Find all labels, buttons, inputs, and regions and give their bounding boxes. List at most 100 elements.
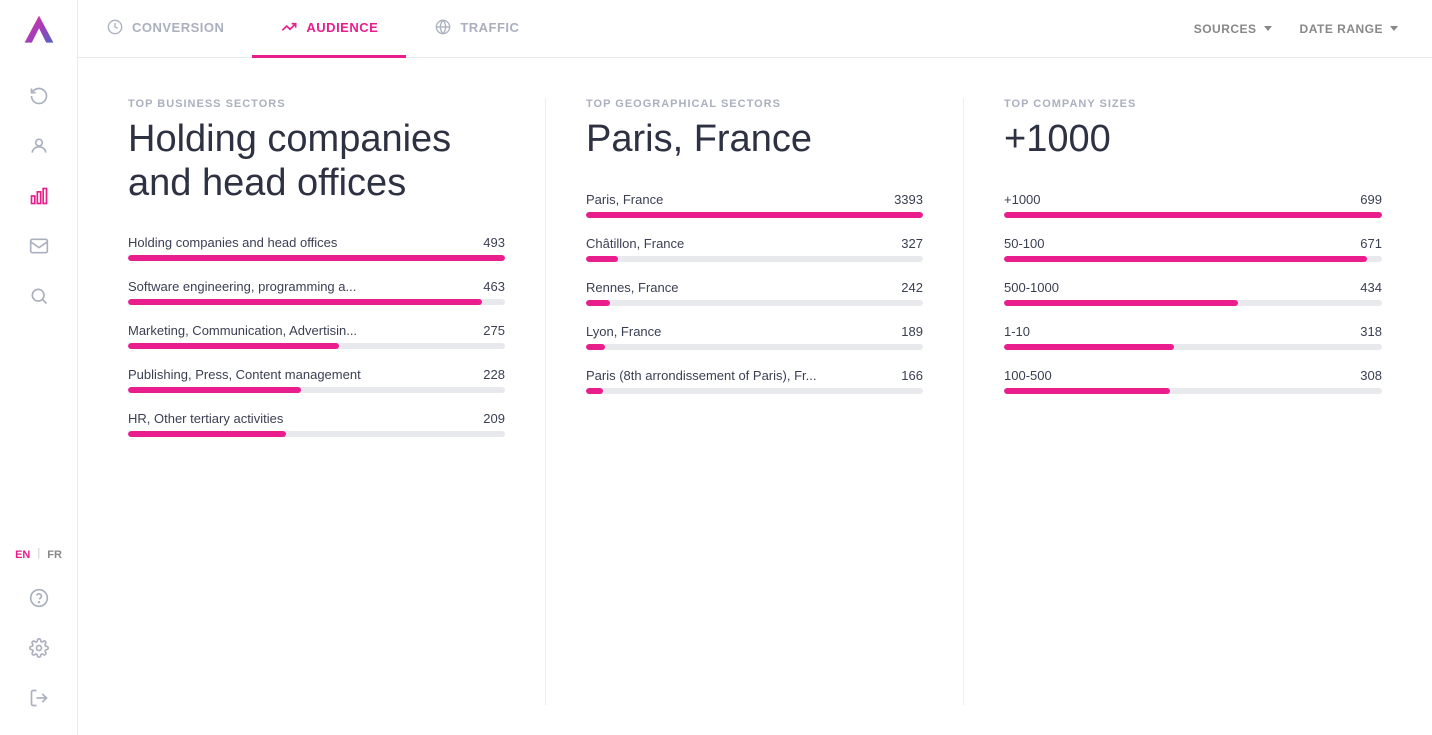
bar-value: 242 [901, 280, 923, 295]
list-item: +1000 699 [1004, 192, 1382, 218]
bar-value: 166 [901, 368, 923, 383]
bar-track [128, 431, 505, 437]
bar-fill [128, 431, 286, 437]
list-item: Lyon, France 189 [586, 324, 923, 350]
bar-track [586, 344, 923, 350]
list-item: Châtillon, France 327 [586, 236, 923, 262]
nav-actions: SOURCES DATE RANGE [1180, 16, 1432, 42]
list-item: Software engineering, programming a... 4… [128, 279, 505, 305]
logo [21, 12, 57, 53]
settings-icon[interactable] [20, 629, 58, 667]
tab-conversion-label: CONVERSION [132, 20, 224, 35]
bar-label: Paris, France [586, 192, 663, 207]
tab-traffic[interactable]: TRAFFIC [406, 0, 547, 58]
tab-conversion[interactable]: CONVERSION [78, 0, 252, 58]
bar-label: Publishing, Press, Content management [128, 367, 361, 382]
bar-track [586, 212, 923, 218]
bar-value: 493 [483, 235, 505, 250]
chart-icon[interactable] [20, 177, 58, 215]
bar-value: 228 [483, 367, 505, 382]
geo-sectors-hero: Paris, France [586, 118, 923, 162]
tab-audience-label: AUDIENCE [306, 20, 378, 35]
list-item: Publishing, Press, Content management 22… [128, 367, 505, 393]
sources-chevron-icon [1264, 26, 1272, 31]
bar-fill [586, 344, 605, 350]
tab-audience[interactable]: AUDIENCE [252, 0, 406, 58]
logout-icon[interactable] [20, 679, 58, 717]
list-item: HR, Other tertiary activities 209 [128, 411, 505, 437]
bar-fill [586, 256, 618, 262]
bar-value: 699 [1360, 192, 1382, 207]
business-sectors-hero: Holding companies and head offices [128, 118, 505, 205]
globe-icon [434, 18, 452, 36]
help-icon[interactable] [20, 579, 58, 617]
bar-track [128, 299, 505, 305]
bar-fill [586, 212, 923, 218]
list-item: Paris, France 3393 [586, 192, 923, 218]
bar-label: Paris (8th arrondissement of Paris), Fr.… [586, 368, 816, 383]
list-item: 50-100 671 [1004, 236, 1382, 262]
list-item: 1-10 318 [1004, 324, 1382, 350]
bar-label: 500-1000 [1004, 280, 1059, 295]
list-item: Paris (8th arrondissement of Paris), Fr.… [586, 368, 923, 394]
bar-value: 463 [483, 279, 505, 294]
bar-track [586, 300, 923, 306]
company-sizes-section: TOP COMPANY SIZES +1000 +1000 699 50-100… [964, 98, 1382, 705]
main-content: CONVERSION AUDIENCE TRAFFIC SOURCES [78, 0, 1432, 735]
bar-track [1004, 388, 1382, 394]
bar-track [128, 343, 505, 349]
bar-track [1004, 256, 1382, 262]
list-item: 100-500 308 [1004, 368, 1382, 394]
bar-value: 434 [1360, 280, 1382, 295]
bar-fill [1004, 300, 1238, 306]
language-switcher: EN | FR [12, 547, 65, 563]
company-sizes-label: TOP COMPANY SIZES [1004, 98, 1382, 110]
bar-label: Marketing, Communication, Advertisin... [128, 323, 357, 338]
bar-value: 308 [1360, 368, 1382, 383]
bar-track [1004, 344, 1382, 350]
bar-fill [128, 343, 339, 349]
bar-fill [586, 300, 610, 306]
lang-fr[interactable]: FR [44, 547, 65, 563]
refresh-icon[interactable] [20, 77, 58, 115]
bar-fill [1004, 344, 1174, 350]
bar-fill [1004, 388, 1170, 394]
bar-label: Software engineering, programming a... [128, 279, 356, 294]
list-item: 500-1000 434 [1004, 280, 1382, 306]
list-item: Marketing, Communication, Advertisin... … [128, 323, 505, 349]
top-navigation: CONVERSION AUDIENCE TRAFFIC SOURCES [78, 0, 1432, 58]
geographical-sectors-section: TOP GEOGRAPHICAL SECTORS Paris, France P… [546, 98, 964, 705]
bar-track [586, 256, 923, 262]
sources-label: SOURCES [1194, 22, 1257, 36]
clock-icon [106, 18, 124, 36]
search-icon[interactable] [20, 277, 58, 315]
bar-track [128, 255, 505, 261]
bar-fill [128, 255, 505, 261]
bar-fill [586, 388, 603, 394]
bar-label: Lyon, France [586, 324, 661, 339]
list-item: Holding companies and head offices 493 [128, 235, 505, 261]
company-sizes-hero: +1000 [1004, 118, 1382, 162]
mail-icon[interactable] [20, 227, 58, 265]
lang-en[interactable]: EN [12, 547, 33, 563]
date-range-chevron-icon [1390, 26, 1398, 31]
bar-value: 318 [1360, 324, 1382, 339]
bar-label: +1000 [1004, 192, 1041, 207]
sources-button[interactable]: SOURCES [1180, 16, 1286, 42]
bar-track [1004, 212, 1382, 218]
bar-value: 209 [483, 411, 505, 426]
tab-traffic-label: TRAFFIC [460, 20, 519, 35]
bar-value: 189 [901, 324, 923, 339]
trend-icon [280, 18, 298, 36]
bar-fill [1004, 212, 1382, 218]
bar-value: 671 [1360, 236, 1382, 251]
bar-label: Rennes, France [586, 280, 679, 295]
date-range-button[interactable]: DATE RANGE [1286, 16, 1412, 42]
list-item: Rennes, France 242 [586, 280, 923, 306]
bar-label: Holding companies and head offices [128, 235, 337, 250]
bar-fill [128, 299, 482, 305]
business-sectors-label: TOP BUSINESS SECTORS [128, 98, 505, 110]
person-icon[interactable] [20, 127, 58, 165]
sidebar: EN | FR [0, 0, 78, 735]
geo-sectors-label: TOP GEOGRAPHICAL SECTORS [586, 98, 923, 110]
